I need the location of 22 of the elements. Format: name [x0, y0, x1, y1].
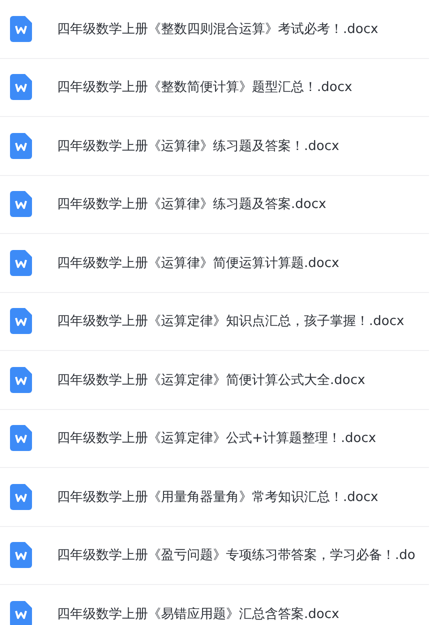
word-file-icon [10, 600, 32, 625]
file-name[interactable]: 四年级数学上册《运算律》练习题及答案.docx [57, 195, 326, 214]
word-file-icon [10, 16, 32, 42]
file-name[interactable]: 四年级数学上册《运算定律》简便计算公式大全.docx [57, 370, 366, 389]
word-file-icon [10, 74, 32, 100]
file-name[interactable]: 四年级数学上册《整数四则混合运算》考试必考！.docx [57, 20, 378, 38]
word-file-icon [10, 250, 32, 276]
file-name[interactable]: 四年级数学上册《运算定律》公式+计算题整理！.docx [57, 429, 376, 448]
file-name[interactable]: 四年级数学上册《用量角器量角》常考知识汇总！.docx [57, 488, 378, 506]
word-file-icon [10, 484, 32, 510]
file-name[interactable]: 四年级数学上册《整数简便计算》题型汇总！.docx [57, 78, 352, 96]
file-name[interactable]: 四年级数学上册《运算定律》知识点汇总，孩子掌握！.docx [57, 312, 404, 330]
file-name[interactable]: 四年级数学上册《运算律》练习题及答案！.docx [57, 136, 340, 155]
word-file-icon [10, 308, 32, 334]
file-name[interactable]: 四年级数学上册《运算律》简便运算计算题.docx [57, 254, 340, 272]
word-file-icon [10, 366, 32, 393]
file-name[interactable]: 四年级数学上册《盈亏问题》专项练习带答案，学习必备！.do [57, 546, 416, 564]
word-file-icon [10, 542, 32, 568]
word-file-icon [10, 425, 32, 452]
file-name[interactable]: 四年级数学上册《易错应用题》汇总含答案.docx [57, 604, 340, 623]
word-file-icon [10, 132, 32, 159]
word-file-icon [10, 191, 32, 218]
